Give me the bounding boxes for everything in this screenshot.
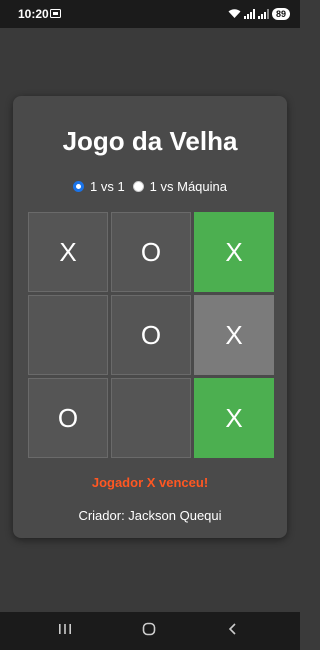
screenshot-notification-icon: [50, 9, 61, 18]
recent-apps-icon[interactable]: [58, 622, 72, 636]
creator-credit: Criador: Jackson Quequi: [78, 508, 222, 523]
radio-vs-machine[interactable]: [132, 181, 144, 192]
wifi-icon: [228, 9, 241, 18]
signal-icon: [243, 9, 255, 19]
mode-label-1v1: 1 vs 1: [89, 179, 125, 194]
board-cell[interactable]: [111, 378, 191, 458]
mode-label-vs-machine: 1 vs Máquina: [149, 179, 227, 194]
status-icons: 89: [228, 8, 290, 20]
result-message: Jogador X venceu!: [91, 475, 209, 490]
status-time: 10:20: [18, 7, 49, 21]
board-cell[interactable]: X: [194, 212, 274, 292]
board-cell[interactable]: O: [28, 378, 108, 458]
board-cell[interactable]: O: [111, 295, 191, 375]
navigation-bar: [0, 612, 300, 650]
board-cell[interactable]: X: [194, 295, 274, 375]
mode-option-vs-machine[interactable]: 1 vs Máquina: [132, 179, 227, 194]
radio-1v1[interactable]: [72, 181, 84, 192]
board-cell[interactable]: X: [194, 378, 274, 458]
game-board: X O X O X O X: [28, 212, 274, 460]
game-title: Jogo da Velha: [62, 126, 238, 156]
back-icon[interactable]: [226, 622, 240, 636]
status-bar: 10:20 89: [0, 0, 300, 28]
home-icon[interactable]: [142, 622, 156, 636]
game-card: Jogo da Velha 1 vs 1 1 vs Máquina X O X …: [13, 96, 287, 538]
board-cell[interactable]: O: [111, 212, 191, 292]
mode-option-1v1[interactable]: 1 vs 1: [72, 179, 125, 194]
board-cell[interactable]: [28, 295, 108, 375]
signal-icon: [257, 9, 269, 19]
board-cell[interactable]: X: [28, 212, 108, 292]
mode-selector: 1 vs 1 1 vs Máquina: [13, 179, 287, 194]
battery-indicator: 89: [271, 8, 290, 20]
